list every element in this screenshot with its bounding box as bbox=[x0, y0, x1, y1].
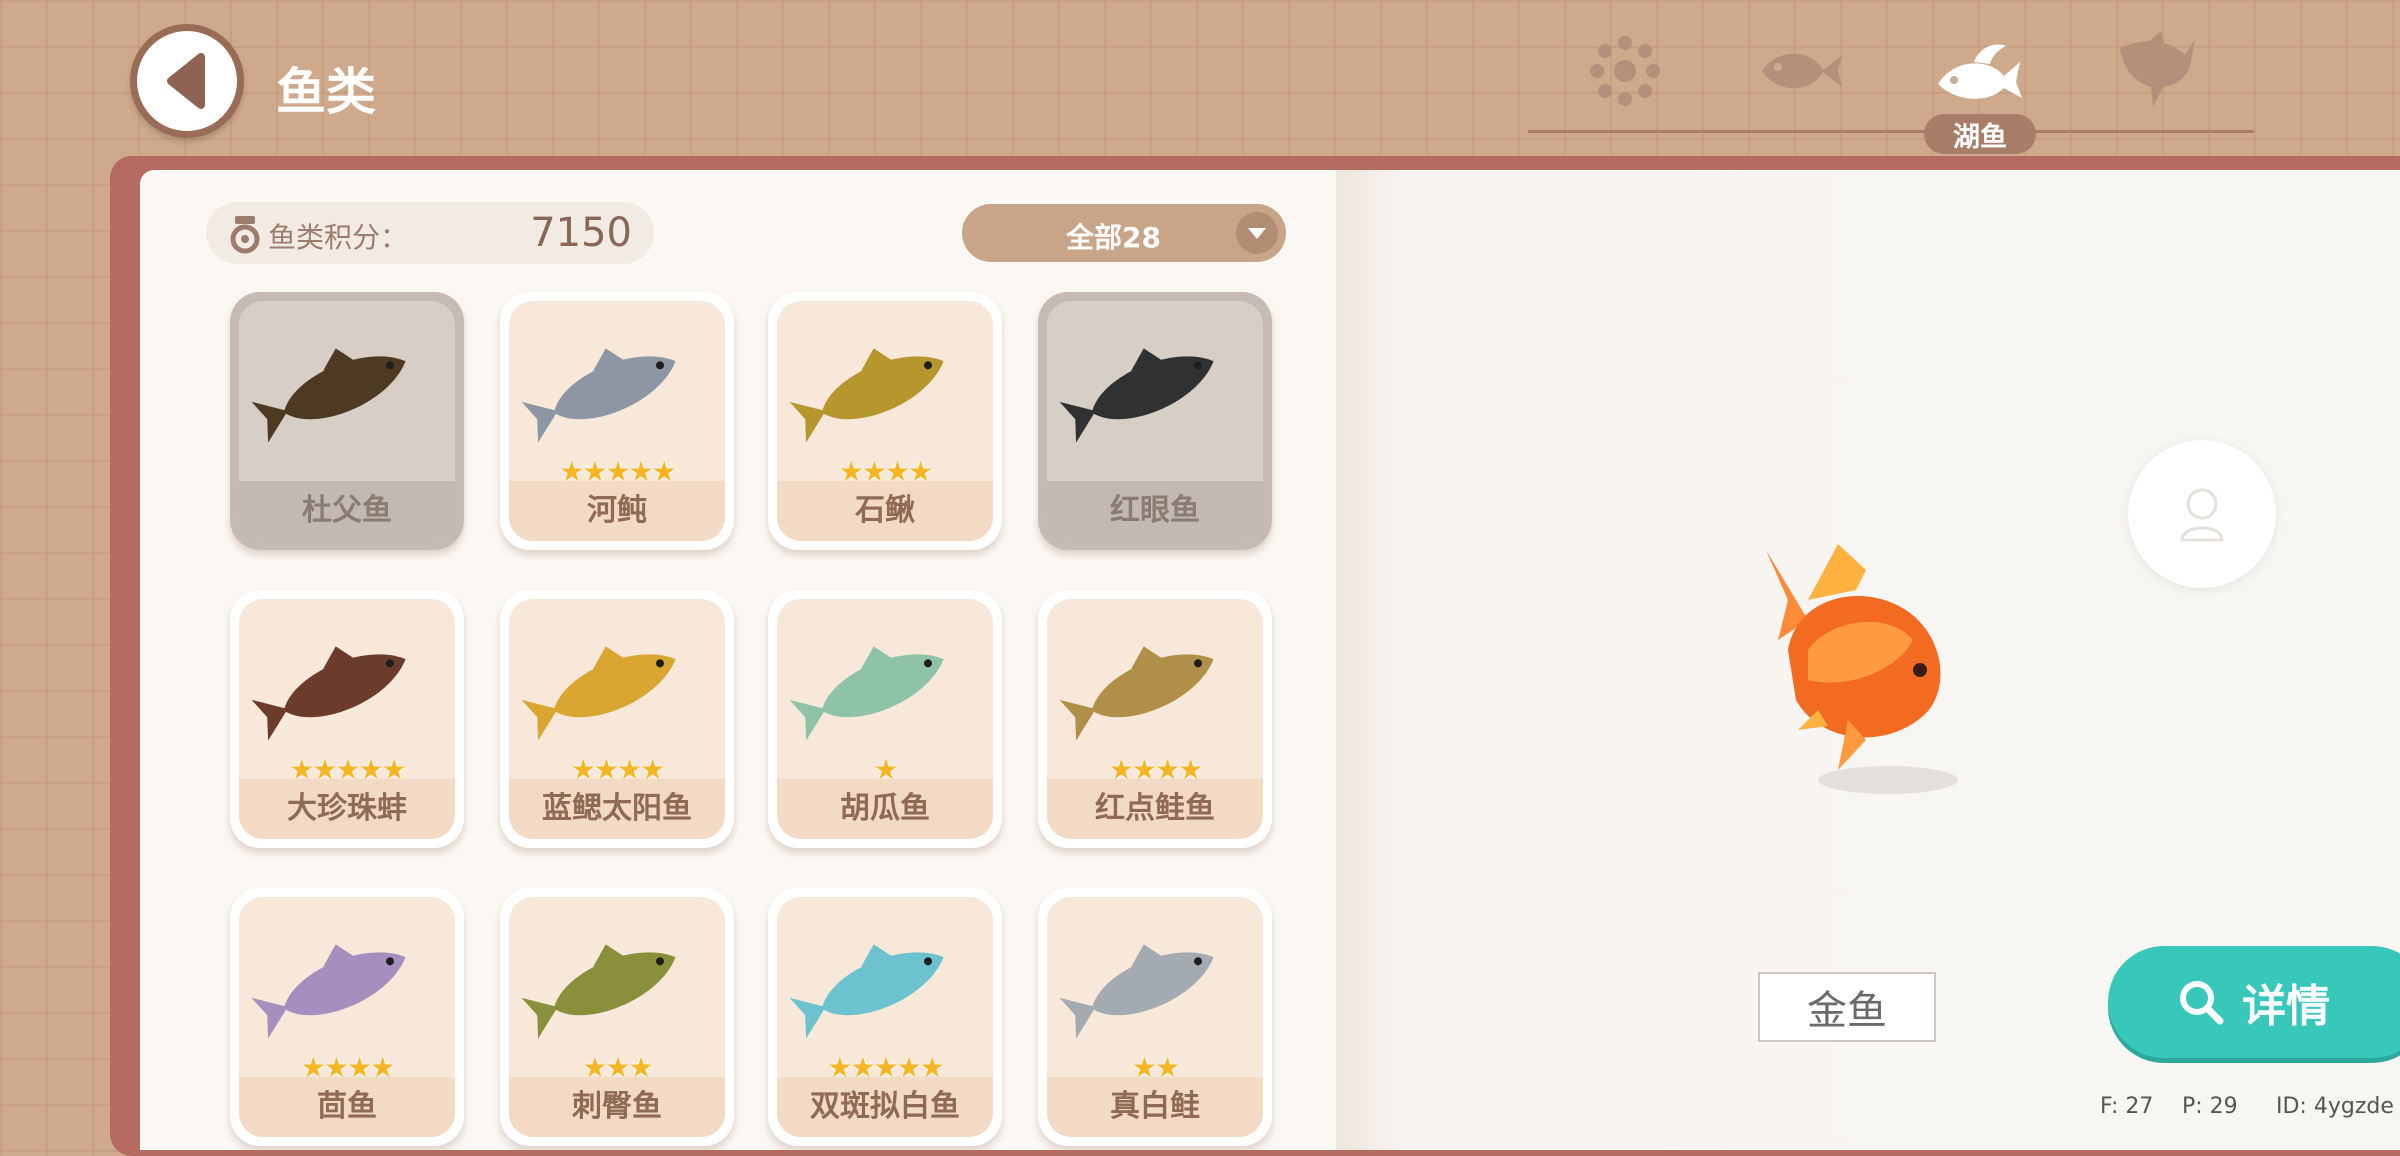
fish-card[interactable]: 杜父鱼 bbox=[230, 292, 464, 550]
filter-dropdown[interactable]: 全部28 bbox=[962, 204, 1286, 262]
score-pill: 鱼类积分： 7150 bbox=[206, 202, 654, 264]
fish-image bbox=[251, 348, 406, 443]
goldfish-model bbox=[1748, 530, 1988, 810]
person-outline-icon bbox=[2180, 488, 2224, 542]
fish-card-inner: ★★ 真白鲑 bbox=[1047, 897, 1263, 1137]
category-underline bbox=[1528, 130, 2254, 133]
fish-card-inner: ★★★★ 红点鲑鱼 bbox=[1047, 599, 1263, 839]
fish-card[interactable]: ★★★★★ 双斑拟白鱼 bbox=[768, 888, 1002, 1146]
fish-card-inner: ★★★★ 蓝鳃太阳鱼 bbox=[509, 599, 725, 839]
fish-name: 红眼鱼 bbox=[1047, 481, 1263, 541]
tab-all[interactable] bbox=[1580, 26, 1670, 116]
fish-name: 真白鲑 bbox=[1047, 1077, 1263, 1137]
fish-image bbox=[1059, 944, 1214, 1039]
search-icon bbox=[2180, 981, 2224, 1025]
selected-fish-name: 金鱼 bbox=[1758, 972, 1936, 1042]
tab-fish[interactable] bbox=[1756, 26, 1846, 116]
fish-card-inner: 红眼鱼 bbox=[1047, 301, 1263, 541]
fish-image bbox=[251, 944, 406, 1039]
tab-shark[interactable] bbox=[2110, 26, 2200, 116]
back-arrow-icon bbox=[167, 53, 205, 109]
fish-image bbox=[521, 348, 676, 443]
page-title: 鱼类 bbox=[276, 63, 376, 121]
fish-card[interactable]: 红眼鱼 bbox=[1038, 292, 1272, 550]
fish-card[interactable]: ★★★★ 茴鱼 bbox=[230, 888, 464, 1146]
all-flower-icon bbox=[1590, 36, 1660, 106]
fish-name: 蓝鳃太阳鱼 bbox=[509, 779, 725, 839]
lake-fish-icon bbox=[1938, 44, 2022, 99]
fish-card[interactable]: ★★★★ 蓝鳃太阳鱼 bbox=[500, 590, 734, 848]
fish-card[interactable]: ★★★ 刺臀鱼 bbox=[500, 888, 734, 1146]
score-value: 7150 bbox=[530, 210, 632, 256]
fish-card[interactable]: ★★★★★ 大珍珠蚌 bbox=[230, 590, 464, 848]
fish-name: 杜父鱼 bbox=[239, 481, 455, 541]
back-button[interactable] bbox=[130, 24, 244, 138]
debug-f: F: 27 bbox=[2100, 1094, 2154, 1119]
fish-image bbox=[789, 348, 944, 443]
fish-card-inner: ★★★★★ 河鲀 bbox=[509, 301, 725, 541]
fish-name: 茴鱼 bbox=[239, 1077, 455, 1137]
fish-card-inner: ★ 胡瓜鱼 bbox=[777, 599, 993, 839]
fish-card[interactable]: ★ 胡瓜鱼 bbox=[768, 590, 1002, 848]
medal-icon bbox=[230, 216, 260, 254]
filter-label: 全部28 bbox=[1066, 221, 1161, 254]
fish-card-inner: ★★★★★ 大珍珠蚌 bbox=[239, 599, 455, 839]
fish-name: 石鳅 bbox=[777, 481, 993, 541]
fish-name: 大珍珠蚌 bbox=[239, 779, 455, 839]
debug-p: P: 29 bbox=[2182, 1094, 2238, 1119]
chevron-down-icon bbox=[1236, 212, 1278, 254]
fish-image bbox=[789, 944, 944, 1039]
fish-card-inner: ★★★★ 石鳅 bbox=[777, 301, 993, 541]
fish-name: 刺臀鱼 bbox=[509, 1077, 725, 1137]
fish-card[interactable]: ★★ 真白鲑 bbox=[1038, 888, 1272, 1146]
tab-lake-fish[interactable] bbox=[1934, 26, 2024, 116]
fish-image bbox=[251, 646, 406, 741]
shark-icon bbox=[2119, 31, 2195, 107]
category-label: 湖鱼 bbox=[1924, 114, 2036, 154]
fish-card-inner: ★★★ 刺臀鱼 bbox=[509, 897, 725, 1137]
fish-image bbox=[1059, 348, 1214, 443]
fish-image bbox=[521, 646, 676, 741]
fish-card[interactable]: ★★★★★ 河鲀 bbox=[500, 292, 734, 550]
fish-card-inner: ★★★★★ 双斑拟白鱼 bbox=[777, 897, 993, 1137]
fish-name: 双斑拟白鱼 bbox=[777, 1077, 993, 1137]
fish-name: 胡瓜鱼 bbox=[777, 779, 993, 839]
fish-image bbox=[789, 646, 944, 741]
fish-image bbox=[521, 944, 676, 1039]
score-label: 鱼类积分： bbox=[268, 221, 409, 254]
fish-card[interactable]: ★★★★ 红点鲑鱼 bbox=[1038, 590, 1272, 848]
detail-button-label: 详情 bbox=[2242, 981, 2330, 1032]
fish-icon bbox=[1762, 53, 1842, 89]
fish-card[interactable]: ★★★★ 石鳅 bbox=[768, 292, 1002, 550]
debug-id: ID: 4ygzde bbox=[2276, 1094, 2394, 1119]
fish-name: 红点鲑鱼 bbox=[1047, 779, 1263, 839]
pose-toggle-button[interactable] bbox=[2128, 440, 2276, 588]
fish-name: 河鲀 bbox=[509, 481, 725, 541]
fish-card-inner: 杜父鱼 bbox=[239, 301, 455, 541]
detail-button[interactable]: 详情 bbox=[2108, 946, 2400, 1058]
fish-image bbox=[1059, 646, 1214, 741]
fish-card-inner: ★★★★ 茴鱼 bbox=[239, 897, 455, 1137]
